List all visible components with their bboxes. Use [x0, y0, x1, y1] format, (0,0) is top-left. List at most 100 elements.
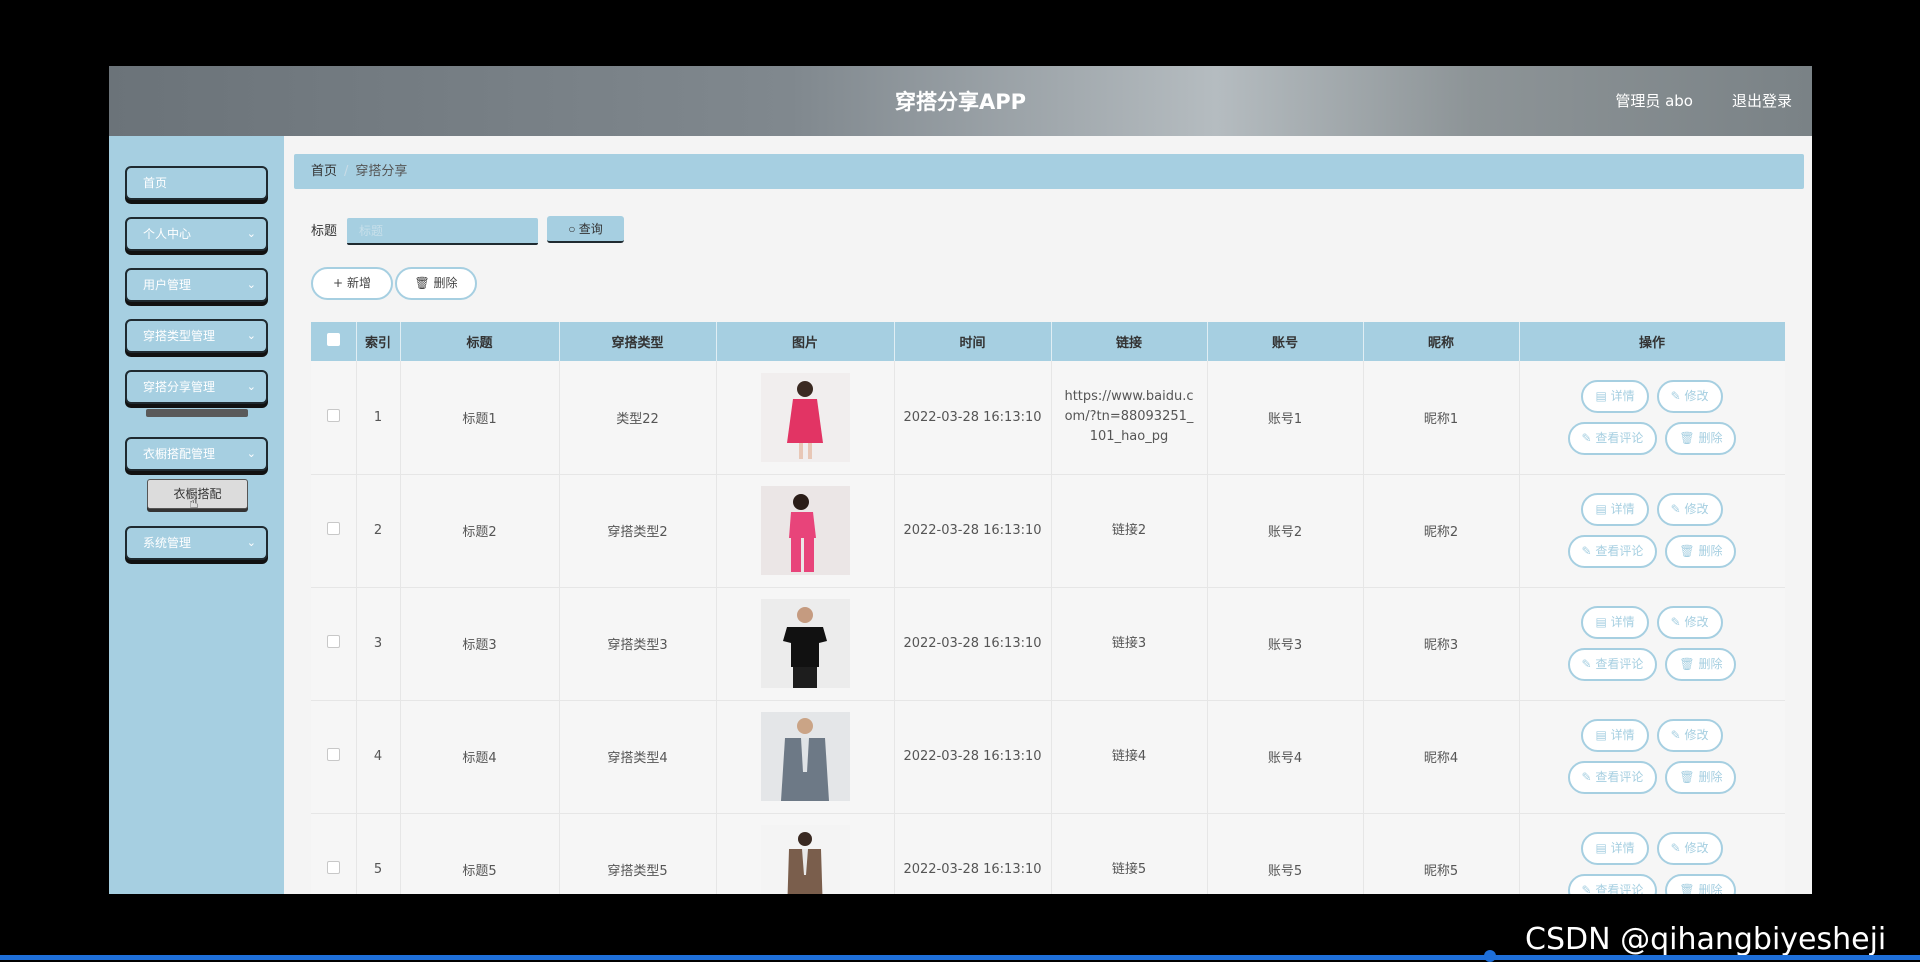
type-cell: 穿搭类型5 — [559, 813, 717, 894]
link-value[interactable]: 链接4 — [1062, 747, 1197, 767]
row-checkbox[interactable] — [326, 635, 340, 648]
document-icon: ▤ — [1595, 841, 1607, 855]
edit-button[interactable]: ✎ 修改 — [1656, 719, 1723, 752]
view-comments-button[interactable]: ✎ 查看评论 — [1567, 535, 1658, 568]
add-button-label: 新增 — [346, 276, 371, 290]
document-icon: ▤ — [1595, 502, 1607, 516]
sidebar-item-user-management[interactable]: 用户管理 ⌄ — [125, 268, 268, 302]
current-user: 管理员 abo — [1615, 92, 1693, 110]
image-cell — [716, 587, 895, 701]
edit-button[interactable]: ✎ 修改 — [1656, 832, 1723, 865]
trash-icon: 🗑 — [1679, 544, 1695, 558]
sidebar-item-type-management[interactable]: 穿搭类型管理 ⌄ — [125, 319, 268, 353]
row-checkbox[interactable] — [326, 861, 340, 874]
link-value[interactable]: https://www.baidu.com/?tn=88093251_101_h… — [1062, 387, 1197, 447]
video-progress-bar[interactable] — [0, 955, 1920, 960]
ops-cell: ▤ 详情 ✎ 修改 ✎ 查看评论 🗑 删除 — [1519, 474, 1785, 588]
add-button[interactable]: + 新增 — [311, 267, 393, 300]
edit-label: 修改 — [1684, 388, 1709, 403]
view-comments-button[interactable]: ✎ 查看评论 — [1567, 761, 1658, 794]
edit-button[interactable]: ✎ 修改 — [1656, 493, 1723, 526]
edit-button[interactable]: ✎ 修改 — [1656, 606, 1723, 639]
row-delete-button[interactable]: 🗑 删除 — [1665, 648, 1737, 681]
select-all-checkbox[interactable] — [326, 333, 340, 346]
link-value[interactable]: 链接3 — [1062, 634, 1197, 654]
comments-label: 查看评论 — [1595, 883, 1644, 894]
row-delete-button[interactable]: 🗑 删除 — [1665, 874, 1737, 894]
column-header: 图片 — [716, 322, 895, 361]
detail-button[interactable]: ▤ 详情 — [1581, 493, 1649, 526]
pencil-icon: ✎ — [1581, 657, 1592, 671]
chevron-down-icon: ⌄ — [246, 536, 256, 549]
row-checkbox[interactable] — [326, 522, 340, 535]
link-cell: 链接2 — [1051, 474, 1208, 588]
comments-label: 查看评论 — [1595, 544, 1644, 558]
pencil-icon: ✎ — [1581, 430, 1592, 445]
row-delete-label: 删除 — [1698, 770, 1723, 784]
row-delete-button[interactable]: 🗑 删除 — [1665, 421, 1737, 455]
link-cell: 链接3 — [1051, 587, 1208, 701]
view-comments-button[interactable]: ✎ 查看评论 — [1567, 421, 1658, 455]
row-select-cell — [311, 361, 357, 475]
breadcrumb: 首页 / 穿搭分享 — [294, 154, 1804, 189]
nickname-cell: 昵称5 — [1363, 813, 1520, 894]
search-label: 标题 — [311, 224, 338, 239]
row-checkbox[interactable] — [326, 748, 340, 761]
trash-icon: 🗑 — [1679, 770, 1695, 784]
chevron-down-icon: ⌄ — [246, 447, 256, 460]
search-icon: ○ — [568, 222, 576, 236]
detail-button[interactable]: ▤ 详情 — [1581, 379, 1649, 413]
row-checkbox[interactable] — [326, 408, 340, 422]
view-comments-button[interactable]: ✎ 查看评论 — [1567, 874, 1658, 894]
time-cell: 2022-03-28 16:13:10 — [894, 474, 1052, 588]
account-cell: 账号5 — [1207, 813, 1364, 894]
link-value[interactable]: 链接2 — [1062, 521, 1197, 541]
pencil-icon: ✎ — [1670, 841, 1681, 855]
account-cell: 账号3 — [1207, 587, 1364, 701]
select-all-cell — [311, 322, 357, 361]
nickname-cell: 昵称2 — [1363, 474, 1520, 588]
watermark: CSDN @qihangbiyesheji — [1525, 922, 1887, 957]
app-window: 穿搭分享APP 管理员 abo 退出登录 首页 个人中心 ⌄ 用户管理 ⌄ 穿搭类型… — [109, 66, 1812, 894]
pencil-icon: ✎ — [1581, 544, 1592, 558]
mouse-cursor-icon: ☝ — [189, 493, 199, 512]
sidebar-item-share-management[interactable]: 穿搭分享管理 ⌄ — [125, 370, 268, 404]
video-progress-knob[interactable] — [1484, 950, 1496, 962]
logout-link[interactable]: 退出登录 — [1732, 90, 1792, 111]
title-cell: 标题3 — [400, 587, 560, 701]
breadcrumb-home[interactable]: 首页 — [311, 164, 337, 179]
column-header: 昵称 — [1363, 322, 1520, 361]
column-header: 穿搭类型 — [559, 322, 717, 361]
type-cell: 穿搭类型2 — [559, 474, 717, 588]
ops-cell: ▤ 详情 ✎ 修改 ✎ 查看评论 🗑 删除 — [1519, 587, 1785, 701]
table-header-row: 索引 标题 穿搭类型 图片 时间 链接 账号 昵称 操作 — [311, 322, 1785, 361]
view-comments-button[interactable]: ✎ 查看评论 — [1567, 648, 1658, 681]
delete-button-label: 删除 — [433, 276, 458, 290]
sidebar-item-label: 穿搭分享管理 — [143, 380, 216, 394]
sidebar-item-system-management[interactable]: 系统管理 ⌄ — [125, 526, 268, 560]
detail-button[interactable]: ▤ 详情 — [1581, 832, 1649, 865]
delete-button[interactable]: 🗑 删除 — [395, 267, 477, 300]
search-input[interactable] — [347, 218, 538, 245]
row-delete-button[interactable]: 🗑 删除 — [1665, 535, 1737, 568]
column-header: 链接 — [1051, 322, 1208, 361]
search-button[interactable]: ○ 查询 — [547, 216, 624, 243]
chevron-down-icon: ⌄ — [246, 329, 256, 342]
row-delete-button[interactable]: 🗑 删除 — [1665, 761, 1737, 794]
row-select-cell — [311, 700, 357, 814]
trash-icon: 🗑 — [1679, 657, 1695, 671]
ops-cell: ▤ 详情 ✎ 修改 ✎ 查看评论 🗑 删除 — [1519, 813, 1785, 894]
ops-cell: ▤ 详情 ✎ 修改 ✎ 查看评论 🗑 删除 — [1519, 700, 1785, 814]
sidebar-item-personal-center[interactable]: 个人中心 ⌄ — [125, 217, 268, 251]
document-icon: ▤ — [1595, 388, 1607, 403]
sidebar-item-wardrobe-management[interactable]: 衣橱搭配管理 ⌄ — [125, 437, 268, 471]
sidebar-item-home[interactable]: 首页 — [125, 166, 268, 200]
pencil-icon: ✎ — [1581, 770, 1592, 784]
detail-button[interactable]: ▤ 详情 — [1581, 606, 1649, 639]
edit-button[interactable]: ✎ 修改 — [1656, 379, 1723, 413]
link-value[interactable]: 链接5 — [1062, 860, 1197, 880]
submenu-collapsed-bar — [146, 409, 248, 417]
detail-button[interactable]: ▤ 详情 — [1581, 719, 1649, 752]
index-cell: 4 — [356, 700, 401, 814]
column-header: 索引 — [356, 322, 401, 361]
